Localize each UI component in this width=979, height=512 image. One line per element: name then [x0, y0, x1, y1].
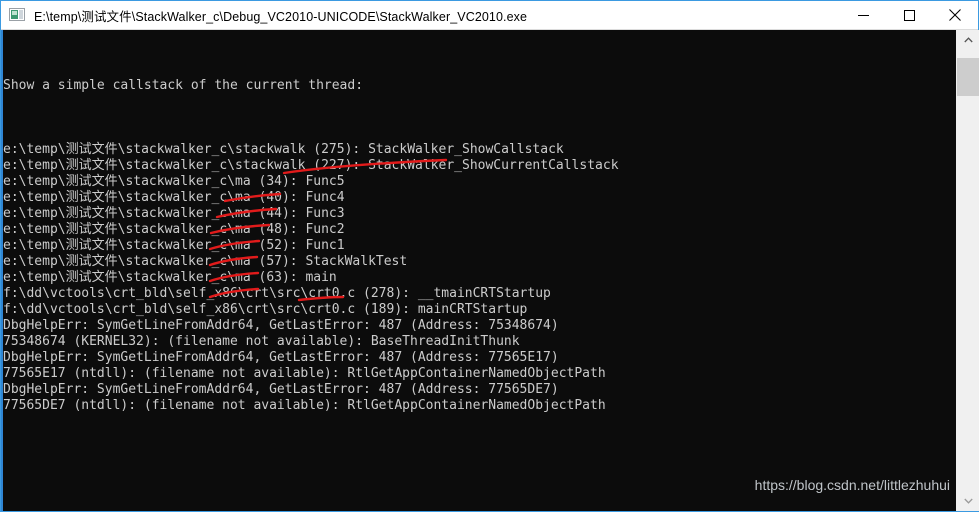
chevron-down-icon [963, 498, 973, 504]
scrollbar-track[interactable] [957, 50, 979, 491]
console-window: E:\temp\测试文件\StackWalker_c\Debug_VC2010-… [0, 0, 979, 512]
console-line: Show a simple callstack of the current t… [3, 78, 364, 93]
console-line: 77565DE7 (ntdll): (filename not availabl… [3, 398, 606, 413]
vertical-scrollbar[interactable] [956, 30, 979, 511]
console-line: f:\dd\vctools\crt_bld\self_x86\crt\src\c… [3, 286, 551, 301]
window-controls [840, 1, 978, 30]
watermark-text: https://blog.csdn.net/littlezhuhui [754, 477, 950, 493]
maximize-icon [903, 9, 915, 21]
scrollbar-thumb[interactable] [957, 58, 979, 96]
console-app-icon [9, 7, 25, 23]
console-line: e:\temp\测试文件\stackwalker_c\ma (52): Func… [3, 238, 345, 253]
console-line: DbgHelpErr: SymGetLineFromAddr64, GetLas… [3, 350, 559, 365]
console-line: e:\temp\测试文件\stackwalker_c\ma (34): Func… [3, 174, 345, 189]
close-button[interactable] [932, 1, 978, 30]
console-line: e:\temp\测试文件\stackwalker_c\ma (57): Stac… [3, 254, 408, 269]
close-icon [949, 9, 961, 21]
maximize-button[interactable] [886, 1, 932, 30]
console-output-area[interactable]: Show a simple callstack of the current t… [1, 30, 956, 511]
console-line: e:\temp\测试文件\stackwalker_c\stackwalk (22… [3, 158, 619, 173]
console-line: e:\temp\测试文件\stackwalker_c\ma (44): Func… [3, 206, 345, 221]
console-line: f:\dd\vctools\crt_bld\self_x86\crt\src\c… [3, 302, 528, 317]
console-line: 77565E17 (ntdll): (filename not availabl… [3, 366, 606, 381]
console-line: e:\temp\测试文件\stackwalker_c\ma (40): Func… [3, 190, 345, 205]
console-text-buffer: Show a simple callstack of the current t… [3, 30, 956, 414]
console-line: e:\temp\测试文件\stackwalker_c\ma (48): Func… [3, 222, 345, 237]
console-line: DbgHelpErr: SymGetLineFromAddr64, GetLas… [3, 318, 559, 333]
console-line: e:\temp\测试文件\stackwalker_c\ma (63): main [3, 270, 337, 285]
scroll-up-button[interactable] [957, 30, 979, 50]
console-line: 75348674 (KERNEL32): (filename not avail… [3, 334, 520, 349]
minimize-icon [857, 14, 869, 16]
console-line: DbgHelpErr: SymGetLineFromAddr64, GetLas… [3, 382, 559, 397]
title-bar[interactable]: E:\temp\测试文件\StackWalker_c\Debug_VC2010-… [1, 1, 978, 30]
minimize-button[interactable] [840, 1, 886, 30]
chevron-up-icon [963, 37, 973, 43]
window-title: E:\temp\测试文件\StackWalker_c\Debug_VC2010-… [34, 9, 528, 24]
scroll-down-button[interactable] [957, 491, 979, 511]
console-line: e:\temp\测试文件\stackwalker_c\stackwalk (27… [3, 142, 564, 157]
